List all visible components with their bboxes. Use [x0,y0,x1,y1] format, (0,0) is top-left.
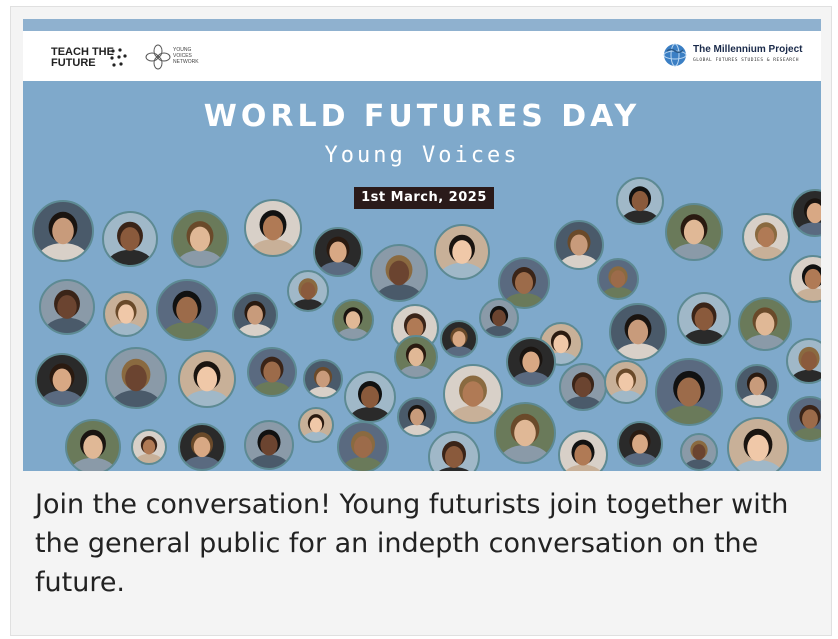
participant-avatar [337,421,389,471]
event-subtitle: Young Voices [324,143,520,168]
participant-avatar [244,420,294,470]
participant-avatar [443,364,503,424]
participant-avatar [604,360,648,404]
participant-avatar [65,419,121,471]
participant-avatar [506,337,556,387]
participant-avatar [32,200,94,262]
participant-avatar [742,213,790,261]
participant-avatar [332,299,374,341]
participant-avatar [680,433,718,471]
participant-avatar [102,211,158,267]
participant-avatar [394,335,438,379]
participant-avatar [105,347,167,409]
participant-avatar [655,358,723,426]
post-caption: Join the conversation! Young futurists j… [35,489,789,598]
participant-avatar [103,291,149,337]
participant-avatar [232,292,278,338]
participant-avatar [303,359,343,399]
event-date: 1st March, 2025 [354,187,494,209]
participant-avatar [434,224,490,280]
participant-avatar [727,417,789,471]
event-title: WORLD FUTURES DAY [203,99,641,134]
participant-avatar [178,350,236,408]
participant-avatar [494,402,556,464]
participant-avatar [786,338,821,384]
participant-avatar [787,396,821,442]
participant-avatar [617,421,663,467]
participant-avatar [397,397,437,437]
participant-avatar [247,347,297,397]
post-card: TEACH THE FUTURE YOUNG VOICES NETWORK Th… [10,6,832,636]
participant-avatar [287,270,329,312]
participant-avatar [244,199,302,257]
participant-avatar [35,353,89,407]
participant-avatar [428,431,480,471]
participant-avatar [171,210,229,268]
participant-avatar [39,279,95,335]
participant-avatar [616,177,664,225]
participant-avatar [131,429,167,465]
participant-avatar [559,363,607,411]
participant-avatar [597,258,639,300]
participant-avatar [298,407,334,443]
participant-avatar [558,430,608,471]
participant-avatar [665,203,723,261]
participant-avatar [735,364,779,408]
participant-avatar [479,298,519,338]
participant-avatar [178,423,226,471]
participant-avatar [440,320,478,358]
participant-avatar [554,220,604,270]
event-banner-image[interactable]: TEACH THE FUTURE YOUNG VOICES NETWORK Th… [23,19,821,471]
participant-avatar [789,255,821,303]
participant-avatar [156,279,218,341]
participant-photo-collage [32,177,821,471]
participant-avatar [677,292,731,346]
participant-avatar [738,297,792,351]
participant-avatar [791,189,821,237]
